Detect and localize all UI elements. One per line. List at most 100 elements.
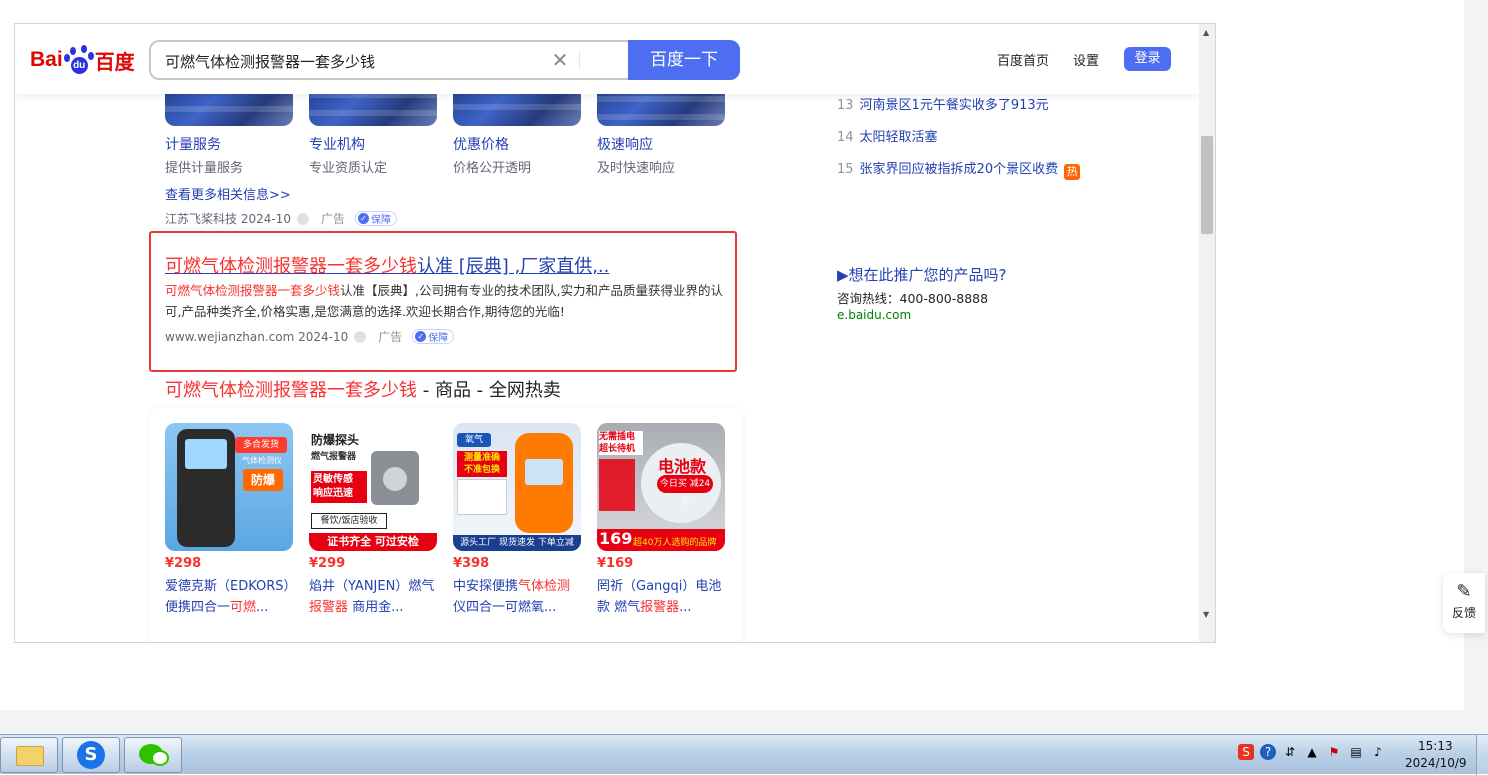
clock-date[interactable]: 2024/10/9 [1405, 756, 1467, 770]
tile-sub-4: 及时快速响应 [597, 161, 676, 176]
tile-sub-2: 专业资质认定 [309, 161, 388, 176]
scroll-up-icon[interactable]: ▲ [1203, 28, 1209, 37]
scroll-down-icon[interactable]: ▼ [1203, 610, 1209, 619]
more-info-link[interactable]: 查看更多相关信息>> [165, 184, 291, 203]
product-name-3-a: 中安探便携 [453, 579, 519, 594]
search-button[interactable]: 百度一下 [628, 40, 740, 80]
hot-list-rank: 14 [837, 130, 854, 145]
product-image-3[interactable]: 氧气 测量准确 不准包换 源头工厂 现货速发 下单立减 [453, 423, 581, 551]
ad2-meta: www.wejianzhan.com 2024-10 广告 ✓ 保障 [165, 328, 455, 345]
product-image-4-text-6: 超40万人选购的品牌 [633, 538, 717, 548]
product-image-1-text-2: 气体检测仪 [242, 456, 282, 465]
clock-time[interactable]: 15:13 [1418, 739, 1453, 753]
check-icon: ✓ [357, 213, 369, 224]
paw-icon: du [63, 45, 94, 75]
product-name-4[interactable]: 罔祈（Gangqi）电池款 燃气报警器... [597, 576, 725, 618]
hot-list-item-14[interactable]: 14 太阳轻取活塞 [837, 126, 938, 145]
guarantee-badge[interactable]: ✓ 保障 [412, 329, 455, 344]
tile-sub-1: 提供计量服务 [165, 161, 244, 176]
hot-list-text: 张家界回应被指拆成20个景区收费 [859, 162, 1059, 177]
ad-label[interactable]: 广告 [378, 328, 402, 345]
product-name-4-b: ... [679, 600, 692, 615]
ad-label[interactable]: 广告 [321, 210, 345, 227]
product-image-1-text-1: 多合发货 [235, 437, 287, 453]
promo-link[interactable]: ▶想在此推广您的产品吗? [837, 264, 1007, 285]
help-icon[interactable]: ? [1260, 744, 1276, 760]
tile-sub-3: 价格公开透明 [453, 161, 532, 176]
taskbar-explorer[interactable] [0, 737, 58, 773]
search-header: Bai du 百度 ✕ 百度一下 百度首页 设置 登录 [15, 24, 1199, 94]
baidu-logo[interactable]: Bai du 百度 [30, 42, 135, 78]
tray-expand-icon[interactable]: ▲ [1304, 744, 1320, 760]
tile-title-4[interactable]: 极速响应 [597, 134, 653, 154]
ad2-title-keyword: 可燃气体检测报警器一套多少钱 [165, 256, 417, 277]
product-name-2[interactable]: 焰井（YANJEN）燃气报警器 商用金... [309, 576, 437, 618]
flag-icon[interactable]: ⚑ [1326, 744, 1342, 760]
hot-list-item-13[interactable]: 13 河南景区1元午餐实收多了913元 [837, 94, 1049, 113]
product-price-2: ¥299 [309, 556, 346, 571]
hot-list-item-15[interactable]: 15 张家界回应被指拆成20个景区收费热 [837, 158, 1081, 180]
guarantee-label: 保障 [428, 333, 449, 344]
login-button[interactable]: 登录 [1124, 47, 1171, 71]
product-image-1-text-3: 防爆 [243, 469, 283, 491]
product-image-2-text-5: 餐饮/饭店验收 [311, 513, 387, 529]
hot-badge: 热 [1064, 164, 1081, 180]
product-image-2[interactable]: 防爆探头 燃气报警器 灵敏传感 响应迅速 餐饮/饭店验收 证书齐全 可过安检 [309, 423, 437, 551]
show-desktop-button[interactable] [1476, 735, 1488, 775]
product-image-4-text-5: 169 [599, 529, 633, 548]
product-image-4-text-2: 超长待机 [599, 444, 636, 454]
product-price-4: ¥169 [597, 556, 634, 571]
product-image-3-text-4: 源头工厂 现货速发 下单立减 [453, 535, 581, 551]
search-input[interactable] [165, 50, 545, 72]
info-icon[interactable] [354, 330, 367, 343]
logo-chinese: 百度 [94, 49, 135, 74]
tile-title-3[interactable]: 优惠价格 [453, 134, 509, 154]
product-name-1-b: ... [256, 600, 269, 615]
browser-viewport: 计量服务 专业机构 优惠价格 极速响应 提供计量服务 专业资质认定 价格公开透明… [14, 23, 1216, 643]
info-icon[interactable] [296, 212, 309, 225]
product-image-4[interactable]: 无需插电 超长待机 电池款 今日买 减24元 169 超40万人选购的品牌 [597, 423, 725, 551]
product-name-3-keyword: 气体检测 [518, 579, 571, 594]
volume-icon[interactable]: ♪ [1370, 744, 1386, 760]
shopping-title-keyword: 可燃气体检测报警器一套多少钱 [165, 380, 417, 401]
scroll-thumb[interactable] [1201, 136, 1213, 234]
product-image-2-text-1: 防爆探头 [311, 433, 360, 447]
product-image-2-text-2: 燃气报警器 [311, 452, 357, 462]
settings-link[interactable]: 设置 [1073, 50, 1099, 69]
system-tray: S ? ⇵ ▲ ⚑ ▤ ♪ [1238, 744, 1386, 760]
divider [579, 50, 580, 70]
network-icon[interactable]: ▤ [1348, 744, 1364, 760]
product-name-3[interactable]: 中安探便携气体检测仪四合一可燃氧... [453, 576, 581, 618]
vertical-scrollbar[interactable]: ▲ ▼ [1199, 24, 1215, 642]
shopping-title[interactable]: 可燃气体检测报警器一套多少钱 - 商品 - 全网热卖 [165, 376, 561, 402]
taskbar-sogou-browser[interactable]: S [62, 737, 120, 773]
guarantee-label: 保障 [370, 215, 391, 226]
hot-list-text: 河南景区1元午餐实收多了913元 [859, 98, 1049, 113]
product-name-2-keyword: 报警器 [309, 600, 349, 615]
tile-title-1[interactable]: 计量服务 [165, 134, 221, 154]
guarantee-badge[interactable]: ✓ 保障 [354, 211, 397, 226]
product-image-1[interactable]: 多合发货 气体检测仪 防爆 [165, 423, 293, 551]
product-image-4-text-1: 无需插电 [599, 432, 636, 442]
ad2-desc-keyword: 可燃气体检测报警器一套多少钱 [165, 283, 341, 298]
taskbar-wechat[interactable] [124, 737, 182, 773]
pen-icon: ✎ [1456, 581, 1472, 602]
search-box[interactable]: ✕ [149, 40, 629, 80]
product-name-2-a: 焰井（YANJEN）燃气 [309, 579, 435, 594]
feedback-button[interactable]: ✎ 反馈 [1443, 573, 1485, 633]
feedback-label: 反馈 [1451, 606, 1476, 620]
ad2-title-link[interactable]: 可燃气体检测报警器一套多少钱认准 [辰典] ,厂家直供,.. [165, 252, 609, 278]
sogou-input-icon[interactable]: S [1238, 744, 1254, 760]
ad2-title-rest: 认准 [辰典] ,厂家直供,.. [417, 256, 610, 277]
product-image-4-text-3: 电池款 [657, 457, 706, 476]
promo-url[interactable]: e.baidu.com [837, 308, 911, 322]
baidu-home-link[interactable]: 百度首页 [997, 50, 1049, 69]
clear-icon[interactable]: ✕ [549, 49, 571, 71]
tile-title-2[interactable]: 专业机构 [309, 134, 365, 154]
page-content: 计量服务 专业机构 优惠价格 极速响应 提供计量服务 专业资质认定 价格公开透明… [15, 24, 1199, 642]
product-image-2-text-4: 响应迅速 [313, 488, 353, 499]
usb-icon[interactable]: ⇵ [1282, 744, 1298, 760]
taskbar: S S ? ⇵ ▲ ⚑ ▤ ♪ 15:13 2024/10/9 [0, 734, 1488, 775]
product-image-2-text-3: 灵敏传感 [313, 474, 353, 485]
product-name-1[interactable]: 爱德克斯（EDKORS）便携四合一可燃... [165, 576, 293, 618]
